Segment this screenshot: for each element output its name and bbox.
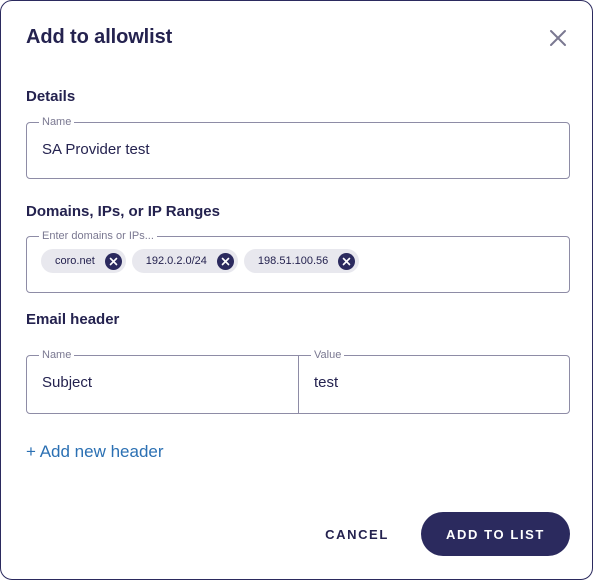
remove-chip-button[interactable] — [338, 252, 356, 270]
domain-chip-list: coro.net 192.0.2.0/24 198.51.100.56 — [41, 242, 554, 273]
close-icon — [550, 30, 566, 46]
header-name-value[interactable]: Subject — [42, 361, 283, 392]
name-field-label: Name — [42, 116, 72, 128]
header-value-label: Value — [314, 349, 342, 361]
email-header-row: Name Subject Value test — [26, 350, 570, 414]
domains-section-label: Domains, IPs, or IP Ranges — [26, 203, 220, 220]
close-button[interactable] — [545, 25, 571, 51]
email-header-section-label: Email header — [26, 311, 120, 328]
cancel-button[interactable]: CANCEL — [314, 513, 400, 555]
remove-chip-button[interactable] — [104, 252, 122, 270]
remove-chip-icon — [221, 257, 230, 265]
remove-chip-icon — [342, 257, 351, 265]
header-value-value[interactable]: test — [314, 361, 554, 392]
name-field[interactable]: Name SA Provider test — [26, 117, 570, 179]
add-to-list-button[interactable]: ADD TO LIST — [421, 512, 570, 556]
header-name-field[interactable]: Name Subject — [26, 350, 299, 414]
add-new-header-link[interactable]: + Add new header — [26, 442, 164, 462]
domains-field-label: Enter domains or IPs... — [42, 230, 154, 242]
domain-chip-label: 192.0.2.0/24 — [145, 255, 207, 267]
domain-chip: 192.0.2.0/24 — [131, 249, 238, 273]
dialog-title: Add to allowlist — [26, 26, 173, 48]
domains-input-field[interactable]: Enter domains or IPs... coro.net 192.0.2… — [26, 231, 570, 293]
domain-chip-label: coro.net — [55, 255, 95, 267]
remove-chip-icon — [109, 257, 118, 265]
name-field-value[interactable]: SA Provider test — [42, 128, 554, 159]
header-name-label: Name — [42, 349, 72, 361]
details-section-label: Details — [26, 88, 76, 105]
header-value-field[interactable]: Value test — [298, 350, 570, 414]
domain-chip: coro.net — [41, 249, 126, 273]
domain-chip-label: 198.51.100.56 — [257, 255, 329, 267]
domain-chip: 198.51.100.56 — [243, 249, 360, 273]
add-to-allowlist-dialog: Add to allowlist Details Name SA Provide… — [0, 0, 593, 580]
remove-chip-button[interactable] — [216, 252, 234, 270]
